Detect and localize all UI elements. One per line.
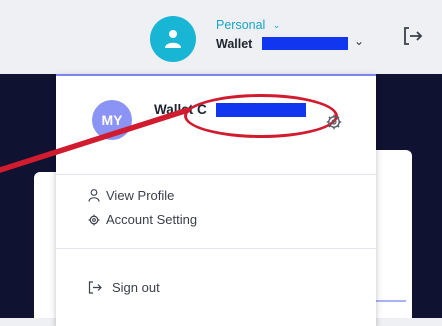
gear-icon[interactable] bbox=[326, 114, 342, 130]
sign-out-label: Sign out bbox=[112, 280, 160, 295]
divider bbox=[56, 248, 376, 249]
account-switcher[interactable]: Personal ⌄ bbox=[216, 18, 280, 32]
gear-icon bbox=[88, 214, 100, 226]
sign-out-button[interactable]: Sign out bbox=[88, 280, 160, 295]
logout-icon bbox=[88, 281, 102, 294]
avatar: MY bbox=[92, 100, 132, 140]
menu-item-account-setting[interactable]: Account Setting bbox=[88, 212, 197, 227]
account-avatar[interactable] bbox=[150, 16, 196, 62]
account-dropdown-menu: MY Wallet C View Profile Account Setting… bbox=[56, 74, 376, 326]
menu-item-label: View Profile bbox=[106, 188, 175, 203]
redaction-box bbox=[262, 37, 348, 50]
menu-item-view-profile[interactable]: View Profile bbox=[88, 188, 174, 203]
logout-icon[interactable] bbox=[400, 24, 424, 48]
account-type-label: Personal bbox=[216, 18, 266, 32]
background-line bbox=[376, 300, 406, 302]
background-card bbox=[370, 150, 412, 318]
chevron-down-icon: ⌄ bbox=[272, 20, 281, 30]
top-header: Personal ⌄ Wallet ⌄ bbox=[0, 0, 442, 74]
user-icon bbox=[165, 30, 181, 48]
chevron-down-icon[interactable]: ⌄ bbox=[354, 34, 364, 48]
user-icon bbox=[88, 189, 100, 202]
wallet-name: Wallet bbox=[216, 37, 253, 51]
menu-item-label: Account Setting bbox=[106, 212, 198, 227]
divider bbox=[56, 174, 376, 175]
highlight-annotation bbox=[184, 94, 338, 138]
